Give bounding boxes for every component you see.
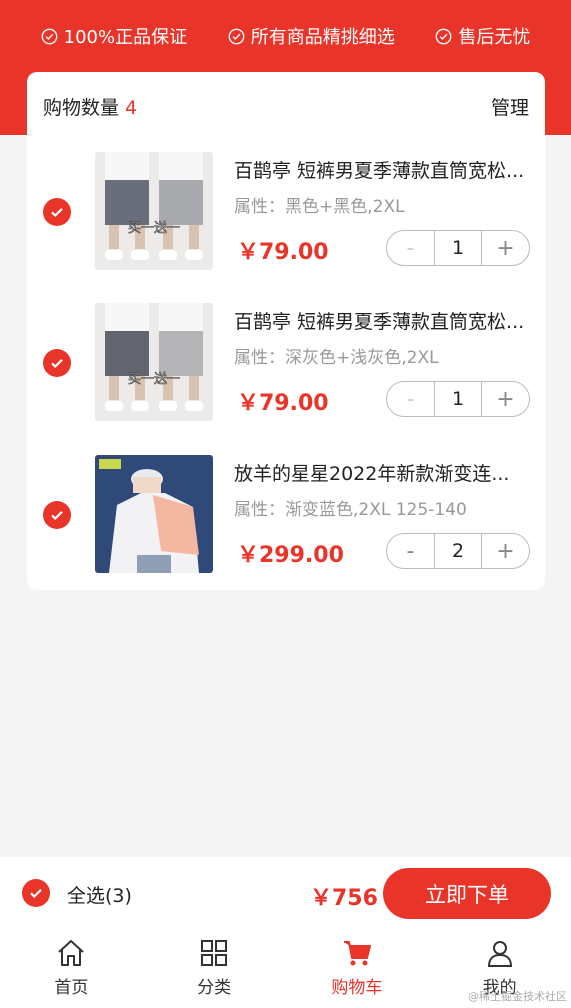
tab-category[interactable]: 分类 bbox=[143, 929, 286, 1008]
guarantee-item: 售后无忧 bbox=[435, 23, 530, 49]
select-all-label[interactable]: 全选(3) bbox=[67, 881, 132, 908]
tab-cart[interactable]: 购物车 bbox=[286, 929, 429, 1008]
check-icon bbox=[51, 511, 63, 521]
decrease-button[interactable]: - bbox=[387, 382, 434, 416]
product-image[interactable]: 买一送一 bbox=[95, 152, 213, 270]
quantity-value[interactable]: 2 bbox=[434, 534, 482, 568]
check-icon bbox=[51, 359, 63, 369]
product-title[interactable]: 放羊的星星2022年新款渐变连... bbox=[234, 459, 534, 486]
manage-button[interactable]: 管理 bbox=[491, 93, 529, 120]
guarantee-label: 100%正品保证 bbox=[63, 27, 188, 48]
quantity-value[interactable]: 1 bbox=[434, 231, 482, 265]
home-icon bbox=[58, 940, 85, 966]
product-image[interactable] bbox=[95, 455, 213, 573]
shorts-product-image: 买一送一 bbox=[95, 152, 213, 270]
item-checkbox[interactable] bbox=[43, 198, 71, 226]
cart-icon bbox=[343, 941, 371, 966]
cart-item: 买一送一 百鹊亭 短裤男夏季薄款直筒宽松... 属性：黑色+黑色,2XL ￥79… bbox=[27, 152, 545, 282]
product-title[interactable]: 百鹊亭 短裤男夏季薄款直筒宽松... bbox=[234, 307, 534, 334]
checkout-bar: 全选(3) ￥756 立即下单 bbox=[0, 857, 571, 929]
product-attributes: 属性：黑色+黑色,2XL bbox=[234, 197, 405, 217]
product-image[interactable]: 买一送一 bbox=[95, 303, 213, 421]
place-order-button[interactable]: 立即下单 bbox=[383, 868, 551, 919]
cart-item: 买一送一 百鹊亭 短裤男夏季薄款直筒宽松... 属性：深灰色+浅灰色,2XL ￥… bbox=[27, 303, 545, 433]
decrease-button[interactable]: - bbox=[387, 534, 434, 568]
guarantee-bar: 100%正品保证 所有商品精挑细选 售后无忧 bbox=[0, 14, 571, 58]
cart-count-value: 4 bbox=[125, 96, 138, 119]
quantity-value[interactable]: 1 bbox=[434, 382, 482, 416]
check-icon bbox=[51, 208, 63, 218]
check-circle-icon bbox=[228, 28, 245, 44]
guarantee-label: 所有商品精挑细选 bbox=[250, 27, 395, 48]
watermark: @稀土掘金技术社区 bbox=[468, 990, 567, 1003]
item-checkbox[interactable] bbox=[43, 501, 71, 529]
check-icon bbox=[30, 889, 42, 899]
quantity-stepper: - 1 + bbox=[386, 230, 530, 266]
select-all-checkbox[interactable] bbox=[22, 879, 50, 907]
thumb-caption: 买一送一 bbox=[128, 221, 180, 236]
cart-item: 放羊的星星2022年新款渐变连... 属性：渐变蓝色,2XL 125-140 ￥… bbox=[27, 455, 545, 585]
product-attributes: 属性：深灰色+浅灰色,2XL bbox=[234, 348, 439, 368]
guarantee-label: 售后无忧 bbox=[458, 27, 531, 48]
increase-button[interactable]: + bbox=[482, 534, 529, 568]
product-price: ￥79.00 bbox=[237, 391, 329, 416]
product-title[interactable]: 百鹊亭 短裤男夏季薄款直筒宽松... bbox=[234, 156, 534, 183]
product-attributes: 属性：渐变蓝色,2XL 125-140 bbox=[234, 500, 467, 520]
cart-count-label: 购物数量 bbox=[43, 96, 120, 119]
check-circle-icon bbox=[435, 28, 452, 44]
shorts-product-image: 买一送一 bbox=[95, 303, 213, 421]
quantity-stepper: - 2 + bbox=[386, 533, 530, 569]
cart-header: 购物数量 4 管理 bbox=[27, 72, 545, 140]
guarantee-item: 100%正品保证 bbox=[41, 23, 187, 49]
jacket-product-image bbox=[95, 455, 213, 573]
user-icon bbox=[487, 941, 512, 967]
increase-button[interactable]: + bbox=[482, 231, 529, 265]
tab-home[interactable]: 首页 bbox=[0, 929, 143, 1008]
tab-label: 首页 bbox=[54, 978, 89, 998]
bottom-area: 全选(3) ￥756 立即下单 首页 分类 购物车 我的 @稀土掘金技术社区 bbox=[0, 857, 571, 1008]
tab-label: 分类 bbox=[197, 978, 232, 998]
tab-label: 购物车 bbox=[331, 978, 383, 998]
cart-card: 购物数量 4 管理 买一送一 百鹊亭 短裤男夏季薄款直筒宽松... 属性：黑色+… bbox=[27, 72, 545, 590]
thumb-caption: 买一送一 bbox=[128, 372, 180, 387]
decrease-button[interactable]: - bbox=[387, 231, 434, 265]
item-checkbox[interactable] bbox=[43, 349, 71, 377]
quantity-stepper: - 1 + bbox=[386, 381, 530, 417]
grid-icon bbox=[201, 940, 228, 966]
increase-button[interactable]: + bbox=[482, 382, 529, 416]
check-circle-icon bbox=[41, 28, 58, 44]
product-price: ￥299.00 bbox=[237, 543, 344, 568]
product-price: ￥79.00 bbox=[237, 240, 329, 265]
total-price: ￥756 bbox=[310, 886, 378, 911]
cart-count: 购物数量 4 bbox=[43, 93, 137, 120]
guarantee-item: 所有商品精挑细选 bbox=[228, 23, 395, 49]
